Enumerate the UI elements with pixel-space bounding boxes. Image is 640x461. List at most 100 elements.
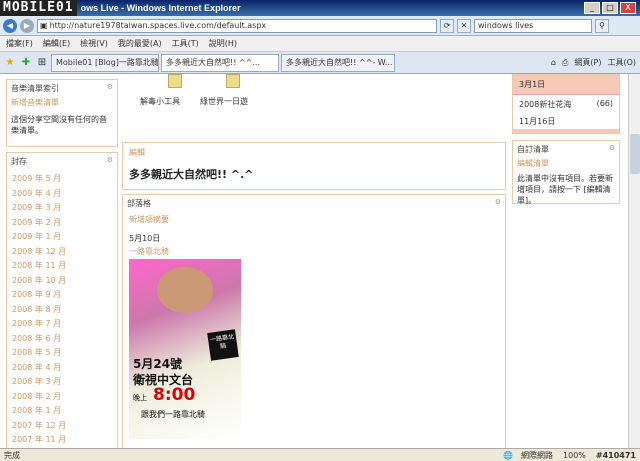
- folder-icon[interactable]: [168, 74, 182, 88]
- icon-label-1[interactable]: 解毒小工具: [140, 96, 180, 107]
- status-text: 完成: [4, 450, 20, 460]
- recent-item-3[interactable]: 11月16日: [513, 114, 619, 129]
- archive-month-link[interactable]: 2008 年 3 月: [12, 375, 112, 390]
- add-music-link[interactable]: 新增音樂清單: [7, 97, 117, 108]
- recent-item-2[interactable]: 2008新社花海 (66): [513, 95, 619, 114]
- poster-date: 5月24號: [133, 357, 183, 371]
- tab-blog-2[interactable]: 多多親近大自然吧!! ^^- W...: [281, 53, 395, 72]
- vertical-scrollbar[interactable]: [628, 74, 640, 448]
- poster-tagline: 跟我們一路靠北騎: [141, 410, 205, 419]
- refresh-icon[interactable]: ⟳: [440, 18, 454, 33]
- archive-month-link[interactable]: 2008 年 1 月: [12, 404, 112, 419]
- music-panel: 音樂清單索引 ⚙ 新增音樂清單 這個分享空間沒有任何的音樂清單。: [6, 79, 118, 147]
- back-icon[interactable]: ◀: [3, 18, 17, 33]
- menu-file[interactable]: 檔案(F): [6, 38, 33, 49]
- window-title: ows Live - Windows Internet Explorer: [80, 3, 241, 13]
- settings-gear-icon[interactable]: ⚙: [107, 156, 113, 167]
- command-bar: ⌂ ⎙ 網頁(P) 工具(O): [551, 57, 640, 68]
- menu-favorites[interactable]: 我的最愛(A): [118, 38, 162, 49]
- watermark-id: #410471: [595, 450, 636, 460]
- edit-list-link[interactable]: 編輯清單: [513, 158, 619, 169]
- archive-panel: 封存 ⚙ 2009 年 5 月 2009 年 4 月 2009 年 3 月 2009 年…: [6, 152, 118, 448]
- archive-month-link[interactable]: 2009 年 4 月: [12, 187, 112, 202]
- archive-month-link[interactable]: 2008 年 9 月: [12, 288, 112, 303]
- archive-month-link[interactable]: 2008 年 12 月: [12, 245, 112, 260]
- maximize-button[interactable]: □: [602, 2, 618, 14]
- recent-item-1[interactable]: 3月1日: [513, 75, 619, 95]
- archive-month-link[interactable]: 2009 年 2 月: [12, 216, 112, 231]
- close-button[interactable]: X: [620, 2, 636, 14]
- watermark-logo: MOBILE01: [0, 0, 77, 16]
- title-bar: MOBILE01 ows Live - Windows Internet Exp…: [0, 0, 640, 16]
- window-controls: _ □ X: [584, 2, 636, 14]
- scrollbar-thumb[interactable]: [630, 134, 640, 174]
- zoom-level[interactable]: 100%: [563, 451, 586, 460]
- custom-list-title: 自訂清單: [517, 145, 549, 154]
- settings-gear-icon[interactable]: ⚙: [495, 198, 501, 209]
- poster-evening: 晚上: [133, 394, 147, 402]
- stop-icon[interactable]: ✕: [457, 18, 471, 33]
- tab-blog-active[interactable]: 多多親近大自然吧!! ^^...: [161, 53, 279, 72]
- zone-text: 網際網路: [521, 450, 554, 460]
- add-favorite-icon[interactable]: ✚: [19, 56, 33, 70]
- home-icon[interactable]: ⌂: [551, 58, 556, 67]
- archive-month-link[interactable]: 2008 年 11 月: [12, 259, 112, 274]
- post-title-link[interactable]: 一路靠北騎: [123, 244, 505, 259]
- event-poster-image: 一路靠北騎 5月24號 衛視中文台 晚上 8:00 跟我們一路靠北騎: [129, 259, 241, 439]
- edit-panel: 編輯 多多親近大自然吧!! ^.^: [122, 142, 506, 190]
- archive-month-link[interactable]: 2008 年 5 月: [12, 346, 112, 361]
- custom-list-text: 此清單中沒有項目。若要新增項目，請按一下 [編輯清單]。: [517, 174, 613, 205]
- icon-label-2[interactable]: 綠世界一日遊: [200, 96, 248, 107]
- music-title: 音樂清單索引: [11, 84, 59, 93]
- address-bar-row: ◀ ▶ ▣ http://nature1978taiwan.spaces.liv…: [0, 16, 640, 36]
- menu-bar: 檔案(F) 編輯(E) 檢視(V) 我的最愛(A) 工具(T) 說明(H): [0, 36, 640, 52]
- archive-month-link[interactable]: 2008 年 6 月: [12, 332, 112, 347]
- tools-menu[interactable]: 工具(O): [607, 57, 636, 68]
- add-entry-link[interactable]: 新增項摘要: [123, 212, 505, 227]
- page-menu[interactable]: 網頁(P): [574, 57, 601, 68]
- archive-month-link[interactable]: 2008 年 2 月: [12, 390, 112, 405]
- archive-month-link[interactable]: 2008 年 8 月: [12, 303, 112, 318]
- quick-tabs-icon[interactable]: ⊞: [35, 56, 49, 70]
- recent-entries-panel: 3月1日 2008新社花海 (66) 11月16日: [512, 74, 620, 134]
- status-bar: 完成 🌐 網際網路 100% #410471: [0, 448, 640, 461]
- archive-month-link[interactable]: 2008 年 4 月: [12, 361, 112, 376]
- menu-tools[interactable]: 工具(T): [172, 38, 199, 49]
- archive-month-link[interactable]: 2008 年 7 月: [12, 317, 112, 332]
- settings-gear-icon[interactable]: ⚙: [107, 83, 113, 94]
- tab-mobile01[interactable]: Mobile01 [Blog]一路靠北騎: [51, 53, 159, 72]
- menu-help[interactable]: 說明(H): [209, 38, 237, 49]
- poster-badge: 一路靠北騎: [207, 329, 239, 361]
- folder-icon[interactable]: [226, 74, 240, 88]
- search-icon[interactable]: ⚲: [595, 18, 609, 33]
- settings-gear-icon[interactable]: ⚙: [609, 144, 615, 155]
- tab-bar: ★ ✚ ⊞ Mobile01 [Blog]一路靠北騎 多多親近大自然吧!! ^^…: [0, 52, 640, 74]
- search-input[interactable]: windows lives: [474, 18, 592, 33]
- post-date: 5月10日: [129, 234, 161, 243]
- archive-month-link[interactable]: 2007 年 12 月: [12, 419, 112, 434]
- forward-icon[interactable]: ▶: [20, 18, 34, 33]
- archive-title: 封存: [11, 157, 27, 166]
- archive-month-link[interactable]: 2009 年 3 月: [12, 201, 112, 216]
- globe-icon: 🌐: [503, 450, 514, 460]
- archive-month-link[interactable]: 2009 年 1 月: [12, 230, 112, 245]
- url-text: http://nature1978taiwan.spaces.live.com/…: [49, 20, 267, 30]
- minimize-button[interactable]: _: [584, 2, 600, 14]
- blog-panel: 部落格 ⚙ 新增項摘要 5月10日 一路靠北騎 一路靠北騎 5月24號 衛視中文台…: [122, 194, 506, 448]
- menu-edit[interactable]: 編輯(E): [43, 38, 70, 49]
- archive-month-link[interactable]: 2007 年 11 月: [12, 433, 112, 448]
- print-icon[interactable]: ⎙: [562, 58, 568, 68]
- edit-link[interactable]: 編輯: [123, 143, 505, 162]
- archive-month-link[interactable]: 2008 年 10 月: [12, 274, 112, 289]
- favorites-star-icon[interactable]: ★: [3, 56, 17, 70]
- blog-title: 部落格: [127, 199, 151, 208]
- address-input[interactable]: ▣ http://nature1978taiwan.spaces.live.co…: [37, 18, 437, 33]
- page-title: 多多親近大自然吧!! ^.^: [129, 168, 254, 181]
- page-content: 音樂清單索引 ⚙ 新增音樂清單 這個分享空間沒有任何的音樂清單。 封存 ⚙ 2009…: [0, 74, 640, 448]
- rider-face: [157, 267, 213, 313]
- poster-time: 8:00: [153, 385, 196, 405]
- music-empty-text: 這個分享空間沒有任何的音樂清單。: [11, 115, 107, 135]
- archive-month-link[interactable]: 2009 年 5 月: [12, 172, 112, 187]
- menu-view[interactable]: 檢視(V): [80, 38, 108, 49]
- page-icon: ▣: [40, 20, 48, 30]
